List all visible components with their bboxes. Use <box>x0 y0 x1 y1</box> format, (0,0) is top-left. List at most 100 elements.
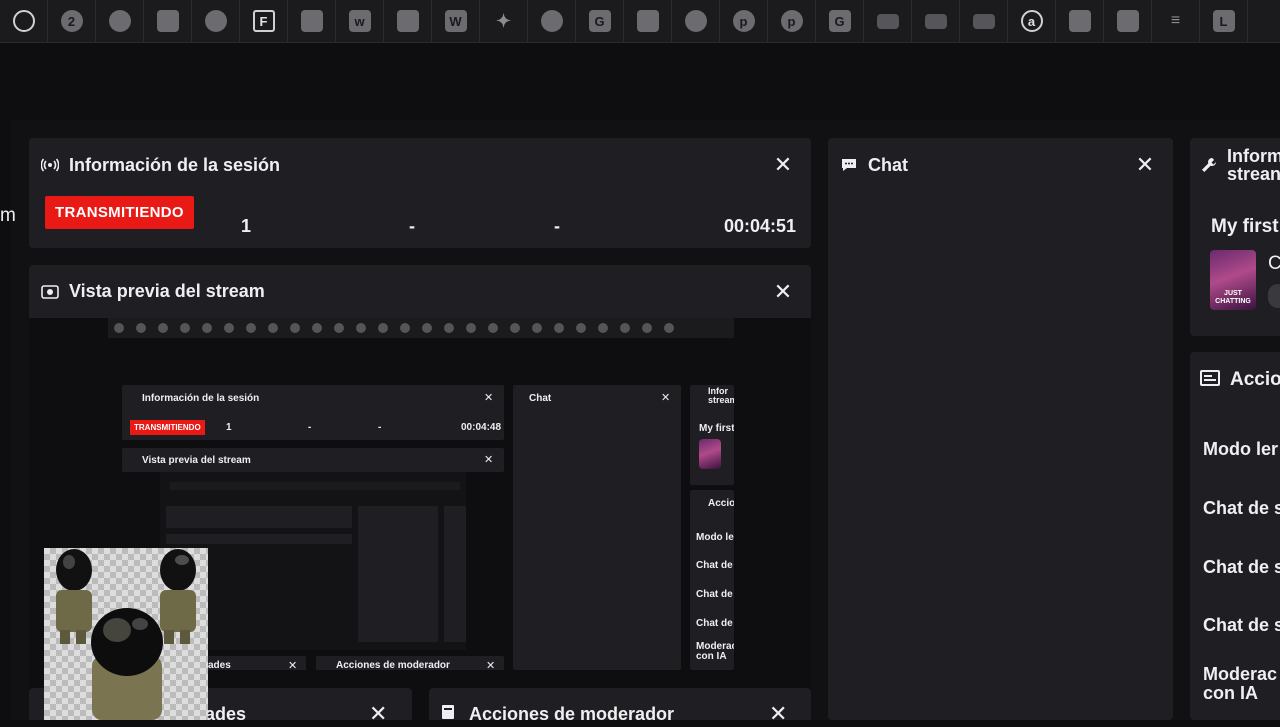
close-icon[interactable]: ✕ <box>769 701 787 727</box>
mod-item-chat-3[interactable]: Chat de s <box>1203 616 1280 635</box>
bookmark-5[interactable] <box>192 0 240 42</box>
mini-stat-3: - <box>378 422 382 433</box>
mini-chat-panel: Chat ✕ <box>513 385 681 670</box>
bookmark-13[interactable]: G <box>576 0 624 42</box>
mini-l-logo-icon <box>664 323 674 333</box>
bookmarks-bar: 2 Fw W ✦ Gp p Ga ≡ L <box>0 0 1280 43</box>
mini-ring-logo-icon <box>114 323 124 333</box>
session-info-title: Información de la sesión <box>69 154 281 175</box>
stream-title: My first <box>1211 216 1279 237</box>
w-logo-icon: W <box>444 10 467 32</box>
camera-preview-icon <box>41 283 59 301</box>
figure-left <box>56 549 92 644</box>
avatar-icon <box>636 10 659 32</box>
youtube-icon <box>924 13 947 29</box>
bookmark-21[interactable] <box>960 0 1008 42</box>
f-logo-icon: F <box>252 10 275 32</box>
stream-info-panel: Inform strean My first JUST CHATTING C <box>1190 138 1280 336</box>
mini-bookmarks-bar <box>108 318 734 338</box>
mini-gradient-square-icon <box>598 323 608 333</box>
stream-preview-title: Vista previa del stream <box>69 281 265 301</box>
close-icon[interactable]: ✕ <box>769 152 797 178</box>
mini-f-logo-icon <box>224 323 234 333</box>
gradient-square-icon <box>1068 10 1091 32</box>
mini-chat-title: Chat <box>529 393 552 404</box>
mini-box-icon <box>180 323 190 333</box>
bookmark-4[interactable] <box>144 0 192 42</box>
mini-w-logo-icon <box>312 323 322 333</box>
sparkle-icon: ✦ <box>495 10 512 31</box>
mini-chat-1: Chat de <box>696 560 733 571</box>
bookmark-19[interactable] <box>864 0 912 42</box>
close-icon: ✕ <box>661 392 671 404</box>
ornament-icon <box>204 10 227 32</box>
category-tag-pill[interactable] <box>1268 284 1280 308</box>
viewer-count: 1 <box>241 216 252 236</box>
mod-actions-title: Accio <box>1230 369 1280 390</box>
bookmark-15[interactable] <box>672 0 720 42</box>
mod-item-chat-1[interactable]: Chat de s <box>1203 499 1280 518</box>
bookmark-10[interactable]: W <box>432 0 480 42</box>
bookmark-16[interactable]: p <box>720 0 768 42</box>
close-icon[interactable]: ✕ <box>1131 152 1159 178</box>
mini-my-first: My first <box>699 423 734 434</box>
half-circle-icon <box>684 10 707 32</box>
gray-square-icon <box>300 10 323 32</box>
mini-g-logo-icon <box>378 323 388 333</box>
notch-logo-icon <box>540 10 563 32</box>
bookmark-17[interactable]: p <box>768 0 816 42</box>
chat-title: Chat <box>868 154 908 175</box>
mini-mod-actions-panel: Accio Modo ler Chat de Chat de Chat de M… <box>690 490 734 670</box>
close-icon: ✕ <box>484 392 494 404</box>
bookmark-8[interactable]: w <box>336 0 384 42</box>
g-logo-icon: G <box>828 10 851 32</box>
wrench-icon <box>1200 156 1218 179</box>
mod-actions-icon <box>1200 369 1220 392</box>
bookmark-11[interactable]: ✦ <box>480 0 528 42</box>
bookmark-26[interactable]: L <box>1200 0 1248 42</box>
bookmark-18[interactable]: G <box>816 0 864 42</box>
mini-moder: Moderac con IA <box>696 641 734 662</box>
mod-item-slow-mode[interactable]: Modo ler <box>1203 440 1278 459</box>
close-icon[interactable]: ✕ <box>769 279 797 305</box>
bookmark-25[interactable]: ≡ <box>1152 0 1200 42</box>
live-status-badge: TRANSMITIENDO <box>45 195 194 229</box>
mini-preview-header: Vista previa del stream ✕ <box>122 448 504 472</box>
mini-pinterest-icon <box>444 323 454 333</box>
close-icon: ✕ <box>288 660 298 670</box>
bookmark-7[interactable] <box>288 0 336 42</box>
session-stat-3: - <box>554 216 560 236</box>
close-icon[interactable]: ✕ <box>369 701 387 727</box>
mod-item-ai-moderation-line1[interactable]: Moderac <box>1203 665 1277 684</box>
moderator-actions-panel: Accio Modo ler Chat de s Chat de s Chat … <box>1190 352 1280 720</box>
a-logo-icon: a <box>1020 10 1043 32</box>
webflow-icon: w <box>348 10 371 32</box>
g-logo-icon: G <box>588 10 611 32</box>
bookmark-14[interactable] <box>624 0 672 42</box>
bookmark-9[interactable] <box>384 0 432 42</box>
mini-notch-logo-icon <box>356 323 366 333</box>
mini-g-logo-icon <box>488 323 498 333</box>
bookmark-24[interactable] <box>1104 0 1152 42</box>
mini-live-badge: TRANSMITIENDO <box>130 420 205 435</box>
bookmark-20[interactable] <box>912 0 960 42</box>
mini-portrait-icon <box>290 323 300 333</box>
mini-avatar-icon <box>400 323 410 333</box>
bookmark-6[interactable]: F <box>240 0 288 42</box>
mod-item-chat-2[interactable]: Chat de s <box>1203 558 1280 577</box>
mini-chat-2: Chat de <box>696 589 733 600</box>
bookmark-1[interactable] <box>0 0 48 42</box>
youtube-icon <box>876 13 899 29</box>
mini-youtube-icon <box>554 323 564 333</box>
bookmark-23[interactable] <box>1056 0 1104 42</box>
mini-youtube-icon <box>532 323 542 333</box>
mini-session-title: Información de la sesión <box>142 393 260 404</box>
ring-logo-icon <box>12 10 35 32</box>
bookmark-22[interactable]: a <box>1008 0 1056 42</box>
session-info-panel: Información de la sesión ✕ TRANSMITIENDO… <box>29 138 811 248</box>
mini-gray-square-icon <box>246 323 256 333</box>
bookmark-12[interactable] <box>528 0 576 42</box>
mini-bottom-right-title: Acciones de moderador <box>336 660 450 670</box>
bookmark-3[interactable] <box>96 0 144 42</box>
bookmark-2[interactable]: 2 <box>48 0 96 42</box>
